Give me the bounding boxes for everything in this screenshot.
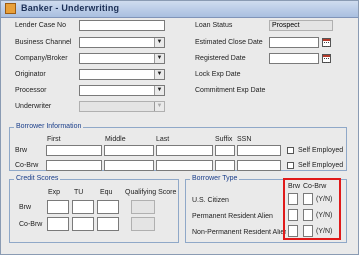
business-channel-label: Business Channel bbox=[15, 39, 72, 46]
us-citizen-yn-hint: (Y/N) bbox=[316, 196, 333, 203]
tu-col-header: TU bbox=[74, 189, 84, 196]
business-channel-select[interactable]: ▼ bbox=[79, 37, 165, 48]
title-bar: Banker - Underwriting bbox=[1, 1, 358, 18]
us-citizen-label: U.S. Citizen bbox=[192, 197, 229, 204]
suffix-col-header: Suffix bbox=[215, 136, 233, 143]
cobrw-row-label: Co-Brw bbox=[15, 162, 39, 169]
brw-first-input[interactable] bbox=[46, 145, 102, 156]
company-broker-select[interactable]: ▼ bbox=[79, 53, 165, 64]
middle-col-header: Middle bbox=[105, 136, 126, 143]
originator-select[interactable]: ▼ bbox=[79, 69, 165, 80]
commitment-exp-date-label: Commitment Exp Date bbox=[195, 87, 266, 94]
credit-scores-title: Credit Scores bbox=[14, 175, 61, 182]
us-citizen-cobrw-input[interactable] bbox=[303, 193, 313, 205]
chevron-down-icon: ▼ bbox=[154, 38, 164, 47]
borrower-type-title: Borrower Type bbox=[190, 175, 240, 182]
cobrw-self-employed-checkbox[interactable] bbox=[287, 162, 294, 169]
exp-col-header: Exp bbox=[48, 189, 61, 196]
permanent-resident-brw-input[interactable] bbox=[288, 209, 298, 221]
cobrw-qualifying-score-field bbox=[131, 217, 155, 231]
brw-qualifying-score-field bbox=[131, 200, 155, 214]
brw-self-employed-label: Self Employed bbox=[298, 147, 344, 154]
chevron-down-icon: ▼ bbox=[154, 86, 164, 95]
brw-equ-score-input[interactable] bbox=[97, 200, 119, 214]
chevron-down-icon: ▼ bbox=[154, 70, 164, 79]
originator-label: Originator bbox=[15, 71, 46, 78]
registered-date-input[interactable] bbox=[269, 53, 319, 64]
cobrw-first-input[interactable] bbox=[46, 160, 102, 171]
non-permanent-resident-alien-label: Non-Permanent Resident Alien bbox=[192, 229, 286, 236]
first-col-header: First bbox=[47, 136, 61, 143]
non-permanent-resident-cobrw-input[interactable] bbox=[303, 225, 313, 237]
non-permanent-resident-yn-hint: (Y/N) bbox=[316, 228, 333, 235]
cobrw-tu-score-input[interactable] bbox=[72, 217, 94, 231]
brw-last-input[interactable] bbox=[156, 145, 213, 156]
borrower-information-title: Borrower Information bbox=[14, 123, 84, 130]
credit-brw-row-label: Brw bbox=[19, 204, 32, 211]
cobrw-self-employed-label: Self Employed bbox=[298, 162, 344, 169]
permanent-resident-cobrw-input[interactable] bbox=[303, 209, 313, 221]
brw-exp-score-input[interactable] bbox=[47, 200, 69, 214]
last-col-header: Last bbox=[156, 136, 170, 143]
brw-self-employed-checkbox[interactable] bbox=[287, 147, 294, 154]
type-brw-col-header: Brw bbox=[288, 183, 301, 190]
company-broker-label: Company/Broker bbox=[15, 55, 68, 62]
permanent-resident-alien-label: Permanent Resident Alien bbox=[192, 213, 273, 220]
cobrw-ssn-input[interactable] bbox=[237, 160, 281, 171]
cobrw-equ-score-input[interactable] bbox=[97, 217, 119, 231]
app-icon bbox=[5, 3, 16, 14]
brw-middle-input[interactable] bbox=[104, 145, 154, 156]
cobrw-suffix-input[interactable] bbox=[215, 160, 235, 171]
underwriter-select[interactable]: ▼ bbox=[79, 101, 165, 112]
underwriting-window: Banker - Underwriting Lender Case No Bus… bbox=[0, 0, 359, 255]
brw-row-label: Brw bbox=[15, 147, 28, 154]
processor-select[interactable]: ▼ bbox=[79, 85, 165, 96]
cobrw-last-input[interactable] bbox=[156, 160, 213, 171]
us-citizen-brw-input[interactable] bbox=[288, 193, 298, 205]
cobrw-middle-input[interactable] bbox=[104, 160, 154, 171]
type-cobrw-col-header: Co-Brw bbox=[303, 183, 327, 190]
loan-status-label: Loan Status bbox=[195, 22, 233, 29]
qualifying-score-col-header: Qualifying Score bbox=[125, 189, 177, 196]
processor-label: Processor bbox=[15, 87, 47, 94]
lock-exp-date-label: Lock Exp Date bbox=[195, 71, 241, 78]
underwriter-label: Underwriter bbox=[15, 103, 52, 110]
ssn-col-header: SSN bbox=[237, 136, 252, 143]
lender-case-no-label: Lender Case No bbox=[15, 22, 66, 29]
window-title: Banker - Underwriting bbox=[21, 3, 120, 13]
chevron-down-icon: ▼ bbox=[154, 102, 164, 111]
cobrw-exp-score-input[interactable] bbox=[47, 217, 69, 231]
calendar-icon[interactable] bbox=[322, 54, 331, 63]
permanent-resident-yn-hint: (Y/N) bbox=[316, 212, 333, 219]
estimated-close-date-label: Estimated Close Date bbox=[195, 39, 263, 46]
lender-case-no-input[interactable] bbox=[79, 20, 165, 31]
non-permanent-resident-brw-input[interactable] bbox=[288, 225, 298, 237]
registered-date-label: Registered Date bbox=[195, 55, 246, 62]
calendar-icon[interactable] bbox=[322, 38, 331, 47]
estimated-close-date-input[interactable] bbox=[269, 37, 319, 48]
brw-ssn-input[interactable] bbox=[237, 145, 281, 156]
brw-suffix-input[interactable] bbox=[215, 145, 235, 156]
credit-cobrw-row-label: Co-Brw bbox=[19, 221, 43, 228]
chevron-down-icon: ▼ bbox=[154, 54, 164, 63]
loan-status-field: Prospect bbox=[269, 20, 333, 31]
equ-col-header: Equ bbox=[100, 189, 113, 196]
brw-tu-score-input[interactable] bbox=[72, 200, 94, 214]
